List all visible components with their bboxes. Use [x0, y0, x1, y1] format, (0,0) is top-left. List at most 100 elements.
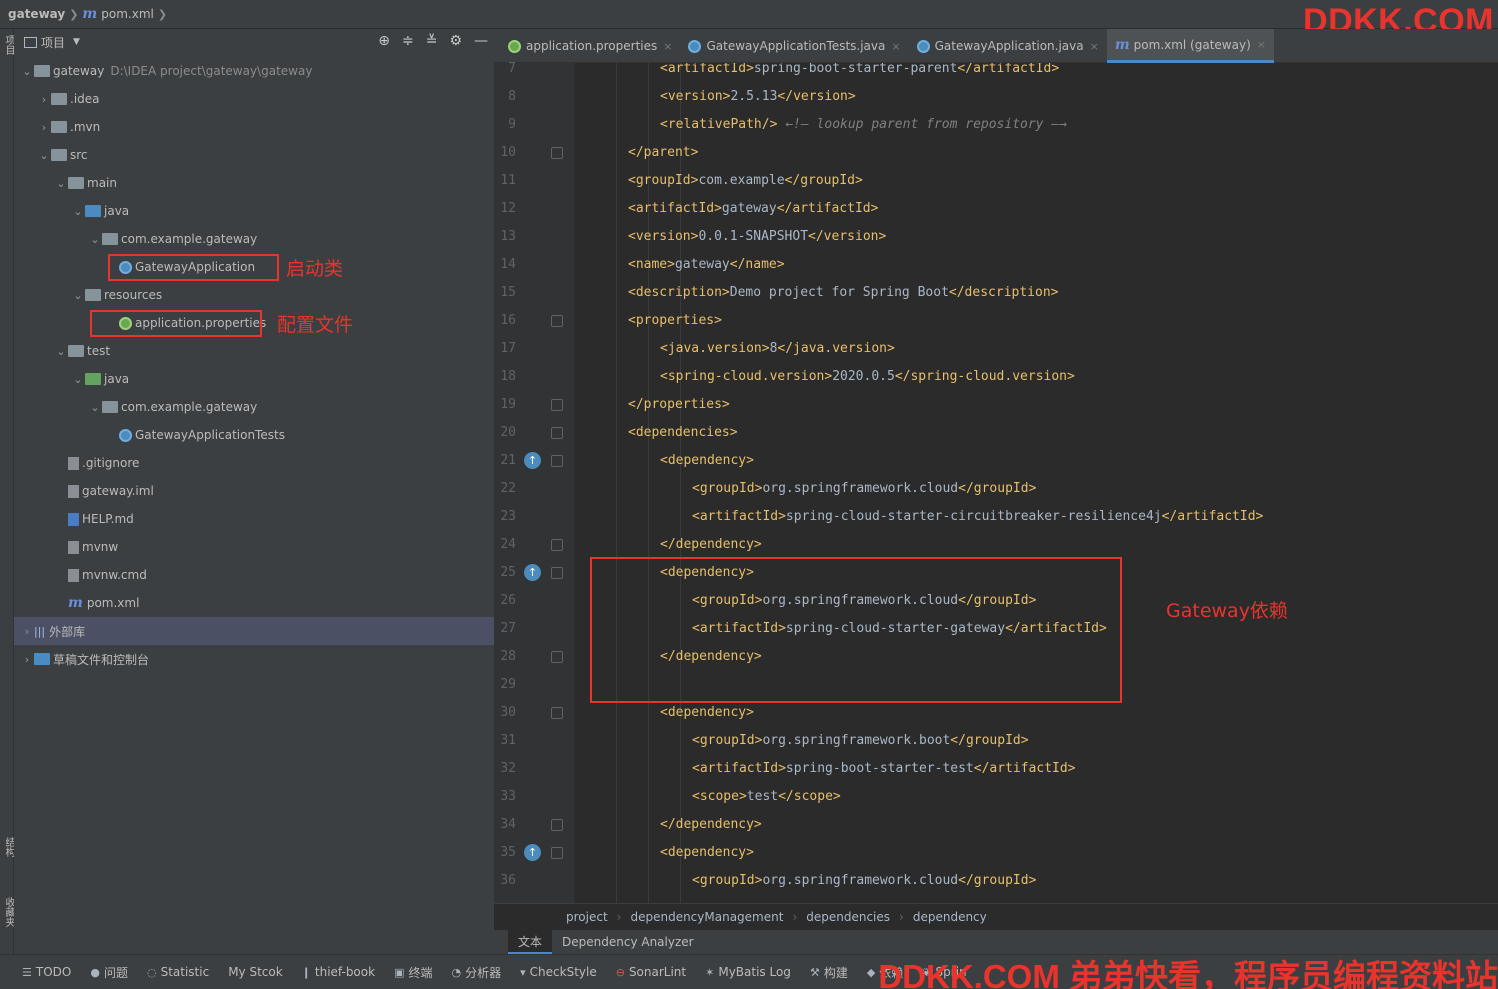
tool-window-button[interactable]: ✶ MyBatis Log [705, 965, 791, 979]
tree-item[interactable]: › .mvn [14, 113, 494, 141]
scratch-icon [34, 653, 50, 665]
fold-marker-icon[interactable] [551, 399, 563, 411]
chevron-down-icon[interactable]: ⌄ [71, 373, 85, 386]
xml-text: 2.5.13 [730, 89, 778, 104]
chevron-down-icon[interactable]: ⌄ [54, 345, 68, 358]
tree-item[interactable]: HELP.md [14, 505, 494, 533]
breadcrumb-file[interactable]: pom.xml [101, 7, 154, 21]
tree-item[interactable]: mvnw [14, 533, 494, 561]
xml-text: org.springframework.boot [762, 733, 951, 748]
code-editor[interactable]: <artifactId>spring-boot-starter-parent</… [574, 63, 1498, 903]
tree-item[interactable]: ⌄ com.example.gateway [14, 393, 494, 421]
tab-dependency-analyzer[interactable]: Dependency Analyzer [552, 930, 704, 954]
expand-all-icon[interactable]: ≑ [402, 33, 414, 49]
gear-icon[interactable]: ⚙ [449, 33, 462, 49]
line-number: 17 [500, 341, 516, 356]
editor-tab[interactable]: application.properties × [500, 29, 680, 63]
editor-tab[interactable]: GatewayApplication.java × [909, 29, 1107, 63]
tree-item[interactable]: ⌄ src [14, 141, 494, 169]
project-panel-title[interactable]: 项目 [41, 34, 65, 51]
sonarlint-icon: ⊖ [615, 965, 625, 979]
dependency-gutter-icon[interactable]: ↑ [524, 844, 541, 861]
tool-window-button[interactable]: My Stcok [228, 965, 282, 979]
chevron-down-icon[interactable]: ⌄ [37, 149, 51, 162]
chevron-down-icon[interactable]: ⌄ [54, 177, 68, 190]
editor-breadcrumb-item[interactable]: dependencies [806, 910, 890, 924]
tool-window-button[interactable]: ▾ CheckStyle [520, 965, 597, 979]
breadcrumb-project[interactable]: gateway [8, 7, 65, 21]
tree-item[interactable]: ⌄ test [14, 337, 494, 365]
editor-breadcrumb-item[interactable]: dependency [913, 910, 987, 924]
fold-marker-icon[interactable] [551, 707, 563, 719]
tree-item[interactable]: › ||| 外部库 [14, 617, 494, 645]
close-icon[interactable]: × [891, 40, 900, 53]
dependency-gutter-icon[interactable]: ↑ [524, 452, 541, 469]
tree-item[interactable]: › .idea [14, 85, 494, 113]
fold-marker-icon[interactable] [551, 567, 563, 579]
editor-breadcrumb-item[interactable]: project [566, 910, 608, 924]
close-icon[interactable]: × [663, 40, 672, 53]
fold-marker-icon[interactable] [551, 847, 563, 859]
file-icon [68, 484, 79, 498]
editor-tab[interactable]: GatewayApplicationTests.java × [680, 29, 908, 63]
fold-marker-icon[interactable] [551, 427, 563, 439]
tool-window-button[interactable]: ◔ 分析器 [452, 964, 502, 981]
fold-marker-icon[interactable] [551, 539, 563, 551]
tree-item[interactable]: ⌄ main [14, 169, 494, 197]
tree-item[interactable]: mvnw.cmd [14, 561, 494, 589]
chevron-right-icon[interactable]: › [37, 121, 51, 134]
tool-window-button[interactable]: ☰ TODO [22, 965, 71, 979]
close-icon[interactable]: × [1257, 38, 1266, 51]
tree-item[interactable]: ⌄ gateway D:\IDEA project\gateway\gateway [14, 57, 494, 85]
tool-window-label: 问题 [103, 965, 128, 980]
line-number: 36 [500, 873, 516, 888]
dependency-gutter-icon[interactable]: ↑ [524, 564, 541, 581]
chevron-right-icon[interactable]: › [20, 653, 34, 666]
line-number: 9 [508, 117, 516, 132]
tree-item[interactable]: › 草稿文件和控制台 [14, 645, 494, 673]
fold-marker-icon[interactable] [551, 819, 563, 831]
chevron-down-icon[interactable]: ⌄ [71, 205, 85, 218]
fold-marker-icon[interactable] [551, 455, 563, 467]
hide-icon[interactable]: — [474, 33, 488, 49]
tool-window-button[interactable]: ▣ 终端 [394, 964, 432, 981]
collapse-all-icon[interactable]: ≚ [426, 33, 438, 49]
tree-item[interactable]: ⌄ java [14, 365, 494, 393]
fold-marker-icon[interactable] [551, 651, 563, 663]
xml-tag: <groupId> [628, 173, 699, 188]
tool-window-button[interactable]: ❙ thief-book [302, 965, 375, 979]
tree-item[interactable]: ⌄ resources [14, 281, 494, 309]
tool-window-label: 终端 [408, 965, 433, 980]
tool-window-button[interactable]: ● 问题 [90, 964, 128, 981]
info-icon: ● [90, 965, 100, 979]
tool-window-button[interactable]: ◌ Statistic [147, 965, 209, 979]
chevron-down-icon[interactable]: ⌄ [88, 233, 102, 246]
tree-item[interactable]: m pom.xml [14, 589, 494, 617]
tree-item[interactable]: GatewayApplicationTests [14, 421, 494, 449]
chevron-right-icon[interactable]: › [20, 625, 34, 638]
line-number: 34 [500, 817, 516, 832]
xml-text: 0.0.1-SNAPSHOT [698, 229, 809, 244]
spring-config-icon [508, 39, 521, 53]
line-number: 13 [500, 229, 516, 244]
locate-icon[interactable]: ⊕ [378, 33, 390, 49]
fold-marker-icon[interactable] [551, 147, 563, 159]
tab-text[interactable]: 文本 [508, 930, 553, 954]
tree-item[interactable]: ⌄ com.example.gateway [14, 225, 494, 253]
chevron-down-icon[interactable]: ⌄ [88, 401, 102, 414]
tree-item[interactable]: .gitignore [14, 449, 494, 477]
tree-item[interactable]: ⌄ java [14, 197, 494, 225]
close-icon[interactable]: × [1090, 40, 1099, 53]
tool-window-button[interactable]: ⊖ SonarLint [616, 965, 686, 979]
chevron-down-icon[interactable]: ⌄ [20, 65, 34, 78]
fold-marker-icon[interactable] [551, 315, 563, 327]
editor-breadcrumb-item[interactable]: dependencyManagement [630, 910, 783, 924]
tool-window-button[interactable]: ⚒ 构建 [810, 964, 848, 981]
tree-item-label: java [104, 372, 130, 386]
tree-item[interactable]: gateway.iml [14, 477, 494, 505]
line-number: 7 [508, 61, 516, 76]
chevron-down-icon[interactable]: ▼ [73, 37, 80, 47]
chevron-right-icon[interactable]: › [37, 93, 51, 106]
editor-tab[interactable]: m pom.xml (gateway) × [1106, 29, 1274, 63]
chevron-down-icon[interactable]: ⌄ [71, 289, 85, 302]
